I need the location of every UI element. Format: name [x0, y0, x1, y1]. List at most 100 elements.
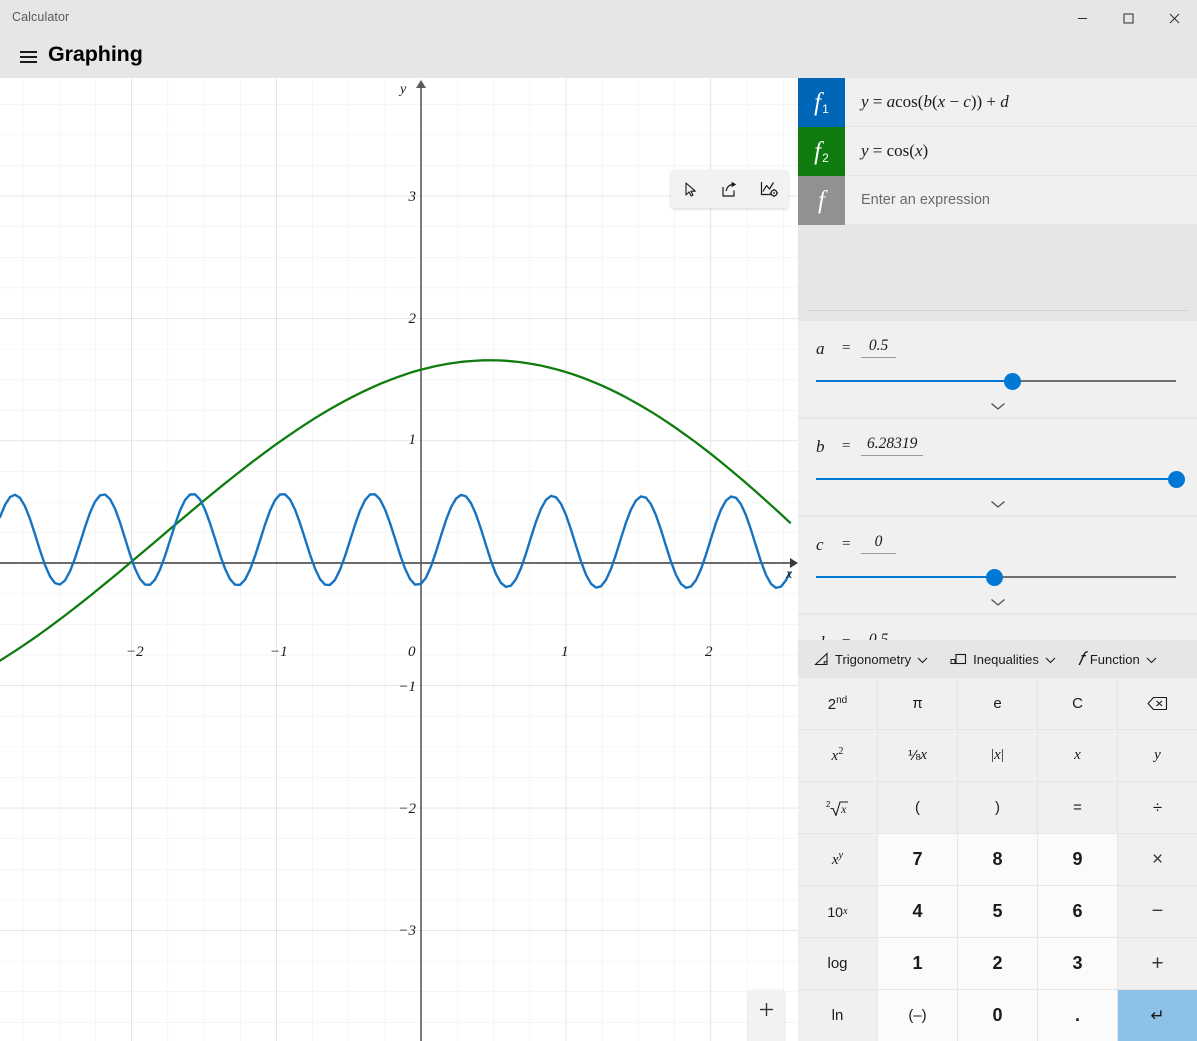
pointer-icon[interactable] — [671, 170, 710, 208]
chevron-down-icon — [917, 652, 928, 667]
maximize-button[interactable] — [1105, 0, 1151, 36]
minimize-button[interactable] — [1059, 0, 1105, 36]
variable-card-c: c = 0 — [798, 517, 1197, 615]
variable-value-b[interactable]: 6.28319 — [861, 435, 923, 456]
function-badge-letter: f — [814, 139, 821, 164]
graph-pane[interactable]: −2 −1 0 1 2 3 2 1 −1 −2 −3 y x — [0, 78, 798, 1041]
function-badge-letter: f — [818, 188, 825, 213]
zoom-controls — [749, 990, 784, 1041]
key-decimal-point[interactable]: . — [1038, 990, 1117, 1041]
key-add[interactable]: + — [1118, 938, 1197, 989]
key-second[interactable]: 2nd — [798, 678, 877, 729]
key-four[interactable]: 4 — [878, 886, 957, 937]
slider-thumb[interactable] — [1168, 471, 1185, 488]
trigonometry-label: Trigonometry — [835, 652, 911, 667]
key-variable-y[interactable]: y — [1118, 730, 1197, 781]
hamburger-menu-icon[interactable] — [8, 41, 48, 73]
key-x-squared[interactable]: x2 — [798, 730, 877, 781]
variable-card-b: b = 6.28319 — [798, 419, 1197, 517]
key-subtract[interactable]: − — [1118, 886, 1197, 937]
key-clear[interactable]: C — [1038, 678, 1117, 729]
variable-slider-c[interactable] — [816, 567, 1176, 587]
expand-variable-c-icon[interactable] — [798, 598, 1197, 607]
zoom-in-icon[interactable] — [749, 990, 784, 1029]
inequalities-label: Inequalities — [973, 652, 1039, 667]
key-close-paren[interactable]: ) — [958, 782, 1037, 833]
key-five[interactable]: 5 — [958, 886, 1037, 937]
function-badge-new[interactable]: f — [798, 176, 845, 225]
mode-header: Graphing — [0, 36, 1197, 78]
function-badge-subscript: 1 — [822, 102, 829, 116]
key-six[interactable]: 6 — [1038, 886, 1117, 937]
key-seven[interactable]: 7 — [878, 834, 957, 885]
function-menu[interactable]: 𝑓 Function — [1072, 644, 1163, 674]
key-negate[interactable]: (–) — [878, 990, 957, 1041]
svg-text:x: x — [840, 802, 847, 816]
expand-variable-b-icon[interactable] — [798, 500, 1197, 509]
graph-canvas[interactable]: −2 −1 0 1 2 3 2 1 −1 −2 −3 y x — [0, 78, 798, 1041]
key-zero[interactable]: 0 — [958, 990, 1037, 1041]
app-title: Calculator — [12, 10, 69, 24]
key-square-root[interactable]: 2x — [798, 782, 877, 833]
graph-toolbar — [671, 170, 788, 208]
close-button[interactable] — [1151, 0, 1197, 36]
key-equals[interactable]: = — [1038, 782, 1117, 833]
key-three[interactable]: 3 — [1038, 938, 1117, 989]
variable-card-a: a = 0.5 — [798, 321, 1197, 419]
equation-text-f2[interactable]: y = cos(x) — [845, 141, 928, 161]
key-divide[interactable]: ÷ — [1118, 782, 1197, 833]
function-badge-f2[interactable]: f2 — [798, 127, 845, 176]
function-category-bar: Trigonometry Inequalities 𝑓 Function — [798, 640, 1197, 678]
variable-value-a[interactable]: 0.5 — [861, 337, 896, 358]
variable-equals-b: = — [842, 438, 850, 455]
key-pi[interactable]: π — [878, 678, 957, 729]
y-tick-label: −3 — [398, 923, 416, 939]
key-absolute-value[interactable]: |x| — [958, 730, 1037, 781]
function-badge-letter: f — [814, 90, 821, 115]
slider-fill — [816, 380, 1012, 382]
y-tick-label: 2 — [409, 311, 417, 327]
equation-row-f2[interactable]: f2 y = cos(x) — [798, 127, 1197, 176]
y-tick-label: −1 — [398, 679, 416, 695]
window-controls — [1059, 0, 1197, 36]
trigonometry-menu[interactable]: Trigonometry — [808, 644, 934, 674]
key-natural-log[interactable]: ln — [798, 990, 877, 1041]
x-axis-label: x — [785, 567, 793, 582]
equation-row-f1[interactable]: f1 y = acos(b(x − c)) + d — [798, 78, 1197, 127]
key-multiply[interactable]: × — [1118, 834, 1197, 885]
key-eight[interactable]: 8 — [958, 834, 1037, 885]
key-ten-to-the-x[interactable]: 10x — [798, 886, 877, 937]
calculator-window: Calculator Graphing — [0, 0, 1197, 1041]
key-nine[interactable]: 9 — [1038, 834, 1117, 885]
key-open-paren[interactable]: ( — [878, 782, 957, 833]
share-icon[interactable] — [710, 170, 749, 208]
function-icon: 𝑓 — [1078, 650, 1084, 669]
variable-slider-b[interactable] — [816, 469, 1176, 489]
key-enter[interactable]: ↵ — [1118, 990, 1197, 1041]
variable-name-b: b — [816, 437, 825, 457]
key-backspace[interactable] — [1118, 678, 1197, 729]
chevron-down-icon — [1146, 652, 1157, 667]
key-two[interactable]: 2 — [958, 938, 1037, 989]
zoom-out-icon[interactable] — [749, 1029, 784, 1041]
inequalities-menu[interactable]: Inequalities — [944, 644, 1062, 674]
slider-thumb[interactable] — [986, 569, 1003, 586]
graph-settings-icon[interactable] — [749, 170, 788, 208]
key-reciprocal[interactable]: ⅛x — [878, 730, 957, 781]
equation-text-f1[interactable]: y = acos(b(x − c)) + d — [845, 92, 1009, 112]
function-badge-subscript: 2 — [822, 151, 829, 165]
function-badge-f1[interactable]: f1 — [798, 78, 845, 127]
key-variable-x[interactable]: x — [1038, 730, 1117, 781]
equation-row-new[interactable]: f Enter an expression — [798, 176, 1197, 225]
key-one[interactable]: 1 — [878, 938, 957, 989]
key-log[interactable]: log — [798, 938, 877, 989]
expand-variable-a-icon[interactable] — [798, 402, 1197, 411]
y-tick-label: 3 — [408, 189, 417, 205]
variable-slider-a[interactable] — [816, 371, 1176, 391]
x-tick-label: 0 — [408, 644, 416, 660]
equation-input-placeholder[interactable]: Enter an expression — [845, 192, 990, 208]
key-x-to-the-y[interactable]: xy — [798, 834, 877, 885]
slider-thumb[interactable] — [1004, 373, 1021, 390]
variable-value-c[interactable]: 0 — [861, 533, 896, 554]
key-euler[interactable]: e — [958, 678, 1037, 729]
